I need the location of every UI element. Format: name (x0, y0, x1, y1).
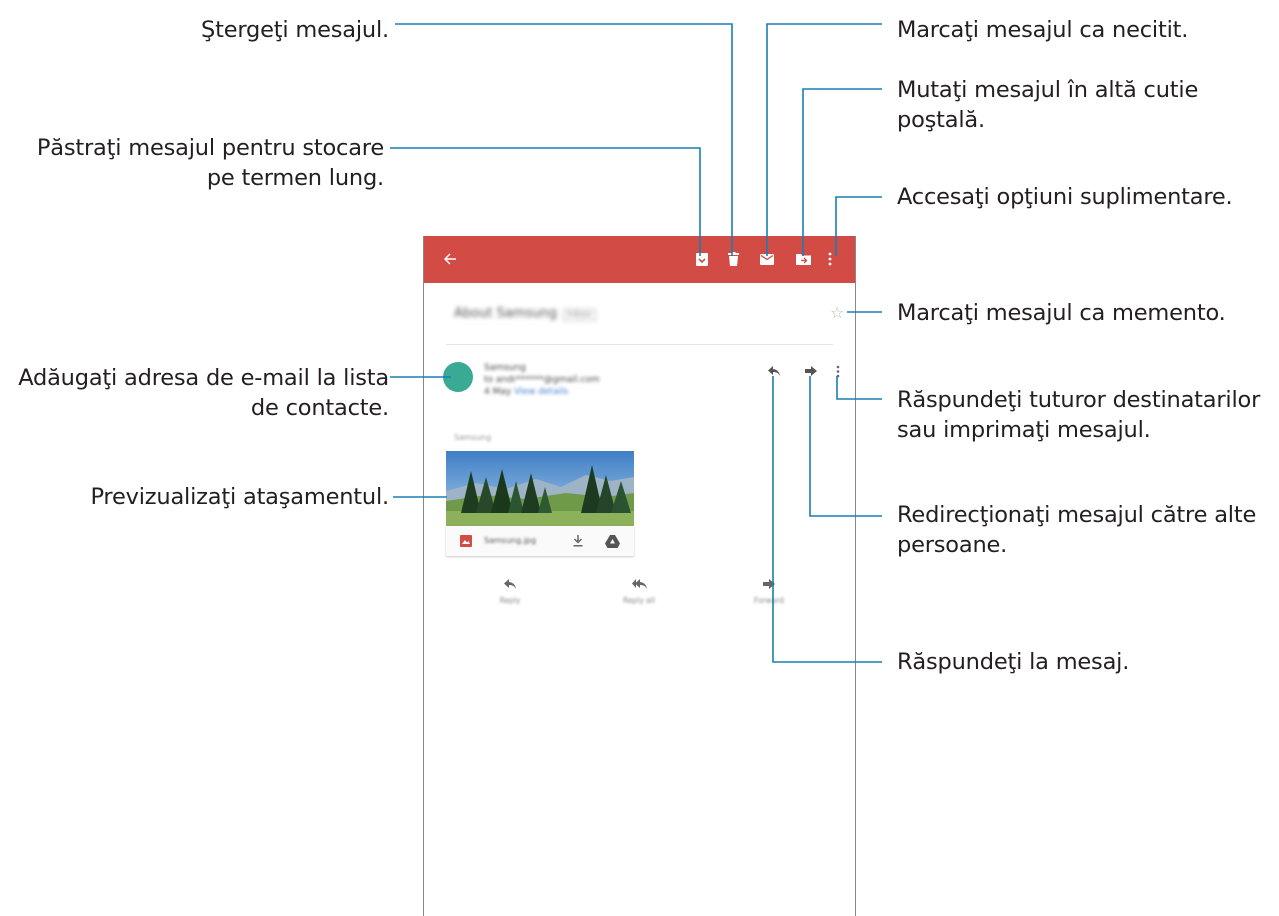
view-details-link[interactable]: View details (514, 387, 568, 397)
line-mark-unread (766, 23, 882, 256)
callout-archive-line2: pe termen lung. (206, 165, 384, 191)
callout-add-contact: Adăugaţi adresa de e-mail la lista de co… (18, 363, 389, 423)
callout-more: Accesaţi opţiuni suplimentare. (897, 182, 1233, 212)
reply-action-label: Reply (499, 596, 521, 605)
sender-date-line: 4 May View details (484, 386, 600, 398)
sender-name: Samsung (484, 363, 526, 373)
callout-add-contact-line1: Adăugaţi adresa de e-mail la lista (18, 365, 389, 391)
callout-archive: Păstraţi mesajul pentru stocare pe terme… (37, 133, 384, 193)
forward-icon[interactable] (803, 363, 819, 379)
sender-info: Samsung to andr******@gmail.com 4 May Vi… (484, 362, 600, 398)
app-bar (424, 236, 855, 283)
callout-mark-unread-text: Marcaţi mesajul ca necitit. (897, 17, 1189, 43)
reply-action[interactable]: Reply (480, 574, 540, 605)
attachment-name: Samsung.jpg (484, 536, 537, 545)
header-divider (446, 344, 833, 345)
email-subject-text: About Samsung (454, 306, 557, 321)
phone-screen: About Samsung Inbox ☆ Samsung to andr****… (423, 236, 856, 916)
star-outline-icon[interactable]: ☆ (830, 303, 844, 322)
callout-more-text: Accesaţi opţiuni suplimentare. (897, 184, 1233, 210)
callout-reply-all-print-line2: sau imprimaţi mesajul. (897, 417, 1151, 443)
callout-reply: Răspundeţi la mesaj. (897, 647, 1129, 677)
line-delete (395, 23, 733, 256)
callout-forward: Redirecţionaţi mesajul către alte persoa… (897, 500, 1256, 560)
forward-action[interactable]: Forward (739, 574, 799, 605)
download-icon[interactable] (570, 533, 586, 549)
forward-action-label: Forward (753, 596, 785, 605)
callout-reply-all-print-line1: Răspundeţi tuturor destinatarilor (897, 387, 1261, 413)
callout-move-line1: Mutaţi mesajul în altă cutie (897, 77, 1199, 103)
attachment-bar: Samsung.jpg (446, 526, 634, 556)
envelope-icon[interactable] (758, 250, 776, 268)
callout-add-contact-line2: de contacte. (250, 395, 389, 421)
more-vert-icon[interactable] (821, 250, 839, 268)
reply-all-action-label: Reply all (623, 596, 655, 605)
callout-move-line2: poştală. (897, 107, 985, 133)
callout-preview-text: Previzualizaţi ataşamentul. (90, 484, 389, 510)
image-icon (458, 533, 474, 549)
email-subject: About Samsung Inbox (454, 306, 596, 321)
attachment-preview[interactable] (446, 451, 634, 526)
reply-all-action[interactable]: Reply all (609, 574, 669, 605)
sender-avatar[interactable] (443, 362, 473, 392)
email-subject-tag: Inbox (562, 309, 596, 321)
callout-delete: Ştergeţi mesajul. (201, 15, 389, 45)
callout-delete-text: Ştergeţi mesajul. (201, 17, 389, 43)
drive-icon[interactable] (604, 533, 620, 549)
sender-email: to andr******@gmail.com (484, 375, 600, 385)
folder-move-icon[interactable] (794, 250, 812, 268)
callout-move: Mutaţi mesajul în altă cutie poştală. (897, 75, 1198, 135)
callout-star: Marcaţi mesajul ca memento. (897, 298, 1226, 328)
reply-icon[interactable] (766, 363, 782, 379)
more-vert-icon[interactable] (830, 363, 846, 379)
attachment-label: Samsung (454, 433, 492, 442)
trash-icon[interactable] (724, 250, 742, 268)
callout-mark-unread: Marcaţi mesajul ca necitit. (897, 15, 1188, 45)
callout-reply-all-print: Răspundeţi tuturor destinatarilor sau im… (897, 385, 1260, 445)
callout-star-text: Marcaţi mesajul ca memento. (897, 300, 1226, 326)
back-arrow-icon[interactable] (441, 250, 459, 268)
sender-date: 4 May (484, 387, 512, 397)
callout-forward-line1: Redirecţionaţi mesajul către alte (897, 502, 1257, 528)
callout-archive-line1: Păstraţi mesajul pentru stocare (36, 135, 384, 161)
line-move (802, 88, 882, 256)
callout-preview: Previzualizaţi ataşamentul. (90, 482, 389, 512)
callout-reply-text: Răspundeţi la mesaj. (897, 649, 1130, 675)
callout-forward-line2: persoane. (897, 532, 1008, 558)
archive-icon[interactable] (693, 250, 711, 268)
